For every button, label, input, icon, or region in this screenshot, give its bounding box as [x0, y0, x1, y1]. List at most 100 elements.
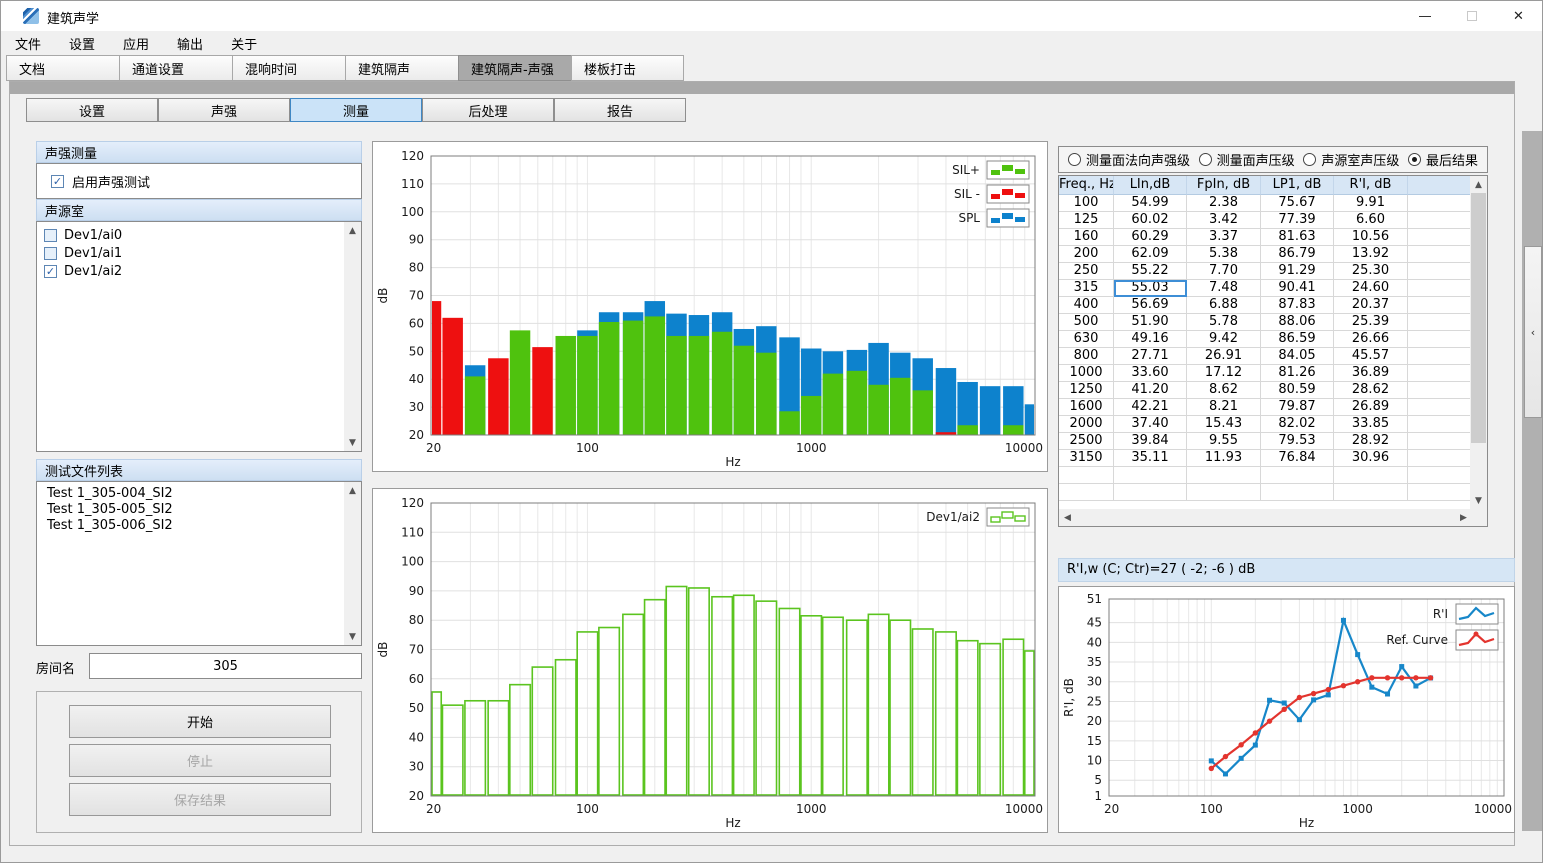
table-cell[interactable]: 41.20: [1114, 382, 1187, 399]
menu-item-2[interactable]: 应用: [111, 31, 161, 56]
table-cell[interactable]: 7.70: [1187, 263, 1261, 280]
table-cell[interactable]: [1408, 229, 1471, 246]
table-cell[interactable]: 82.02: [1261, 416, 1334, 433]
table-cell[interactable]: [1408, 348, 1471, 365]
table-cell[interactable]: 90.41: [1261, 280, 1334, 297]
table-cell[interactable]: [1408, 297, 1471, 314]
table-cell[interactable]: 79.87: [1261, 399, 1334, 416]
channel-list-scrollbar[interactable]: ▲ ▼: [344, 222, 361, 451]
table-cell[interactable]: 35.11: [1114, 450, 1187, 467]
minimize-button-icon[interactable]: [1401, 1, 1448, 31]
table-cell[interactable]: 30.96: [1334, 450, 1408, 467]
table-cell[interactable]: 27.71: [1114, 348, 1187, 365]
table-cell[interactable]: 80.59: [1261, 382, 1334, 399]
table-cell[interactable]: 33.85: [1334, 416, 1408, 433]
radio-option-0[interactable]: 测量面法向声强级: [1068, 150, 1190, 169]
table-cell[interactable]: 28.92: [1334, 433, 1408, 450]
table-cell[interactable]: 55.22: [1114, 263, 1187, 280]
table-cell[interactable]: 39.84: [1114, 433, 1187, 450]
sub-tab-1[interactable]: 声强: [158, 98, 290, 122]
table-cell[interactable]: 10.56: [1334, 229, 1408, 246]
collapse-panel-handle[interactable]: ‹: [1524, 246, 1542, 418]
table-cell[interactable]: 49.16: [1114, 331, 1187, 348]
table-cell[interactable]: [1408, 382, 1471, 399]
table-cell[interactable]: 84.05: [1261, 348, 1334, 365]
table-cell[interactable]: 160: [1059, 229, 1114, 246]
table-cell[interactable]: [1408, 467, 1471, 484]
menu-item-3[interactable]: 输出: [165, 31, 215, 56]
radio-option-3[interactable]: 最后结果: [1408, 150, 1478, 169]
table-cell[interactable]: [1408, 365, 1471, 382]
table-cell[interactable]: 76.84: [1261, 450, 1334, 467]
scroll-down-icon[interactable]: ▼: [344, 628, 361, 645]
table-cell[interactable]: [1408, 433, 1471, 450]
table-cell[interactable]: 25.39: [1334, 314, 1408, 331]
table-cell[interactable]: 800: [1059, 348, 1114, 365]
table-cell[interactable]: [1261, 484, 1334, 501]
table-cell[interactable]: 28.62: [1334, 382, 1408, 399]
table-cell[interactable]: [1408, 212, 1471, 229]
radio-icon[interactable]: [1199, 153, 1212, 166]
table-cell[interactable]: [1408, 416, 1471, 433]
table-cell[interactable]: [1114, 467, 1187, 484]
table-cell[interactable]: 5.38: [1187, 246, 1261, 263]
channel-item-2[interactable]: ✓Dev1/ai2: [37, 262, 344, 280]
maximize-button-icon[interactable]: [1448, 1, 1495, 31]
table-cell[interactable]: 1000: [1059, 365, 1114, 382]
table-cell[interactable]: 20.37: [1334, 297, 1408, 314]
table-cell[interactable]: [1261, 467, 1334, 484]
channel-item-0[interactable]: Dev1/ai0: [37, 226, 344, 244]
radio-icon[interactable]: [1068, 153, 1081, 166]
file-list-scrollbar[interactable]: ▲ ▼: [344, 482, 361, 645]
scroll-down-icon[interactable]: ▼: [344, 434, 361, 451]
table-cell[interactable]: [1059, 467, 1114, 484]
sub-tab-3[interactable]: 后处理: [422, 98, 554, 122]
radio-icon[interactable]: [1303, 153, 1316, 166]
table-cell[interactable]: 8.21: [1187, 399, 1261, 416]
table-cell[interactable]: [1334, 467, 1408, 484]
table-cell[interactable]: 45.57: [1334, 348, 1408, 365]
table-horizontal-scrollbar[interactable]: ◀ ▶: [1059, 509, 1472, 526]
table-cell[interactable]: [1408, 331, 1471, 348]
table-cell[interactable]: 42.21: [1114, 399, 1187, 416]
table-cell[interactable]: [1408, 450, 1471, 467]
sub-tab-2[interactable]: 测量: [290, 98, 422, 122]
table-cell[interactable]: 86.59: [1261, 331, 1334, 348]
sub-tab-0[interactable]: 设置: [26, 98, 158, 122]
table-cell[interactable]: 9.55: [1187, 433, 1261, 450]
table-cell[interactable]: [1408, 195, 1471, 212]
table-cell[interactable]: [1059, 484, 1114, 501]
table-cell[interactable]: 1600: [1059, 399, 1114, 416]
table-cell[interactable]: [1408, 399, 1471, 416]
table-cell[interactable]: 2.38: [1187, 195, 1261, 212]
channel-checkbox[interactable]: ✓: [44, 265, 57, 278]
table-cell[interactable]: 630: [1059, 331, 1114, 348]
scroll-up-icon[interactable]: ▲: [1470, 176, 1487, 193]
table-cell[interactable]: 56.69: [1114, 297, 1187, 314]
main-tab-5[interactable]: 楼板打击: [571, 55, 684, 81]
table-cell[interactable]: 3150: [1059, 450, 1114, 467]
table-cell[interactable]: 62.09: [1114, 246, 1187, 263]
table-cell[interactable]: 500: [1059, 314, 1114, 331]
table-cell[interactable]: 55.03: [1114, 280, 1187, 297]
table-cell[interactable]: 125: [1059, 212, 1114, 229]
table-cell[interactable]: 8.62: [1187, 382, 1261, 399]
main-tab-4[interactable]: 建筑隔声-声强: [458, 55, 571, 81]
table-cell[interactable]: 60.02: [1114, 212, 1187, 229]
table-cell[interactable]: 7.48: [1187, 280, 1261, 297]
room-name-input[interactable]: [89, 653, 362, 679]
table-cell[interactable]: 26.91: [1187, 348, 1261, 365]
table-cell[interactable]: 250: [1059, 263, 1114, 280]
table-cell[interactable]: 87.83: [1261, 297, 1334, 314]
table-cell[interactable]: 13.92: [1334, 246, 1408, 263]
table-cell[interactable]: 54.99: [1114, 195, 1187, 212]
table-cell[interactable]: 88.06: [1261, 314, 1334, 331]
scrollbar-thumb[interactable]: [1471, 193, 1486, 443]
table-cell[interactable]: 81.26: [1261, 365, 1334, 382]
radio-option-1[interactable]: 测量面声压级: [1199, 150, 1295, 169]
main-tab-2[interactable]: 混响时间: [232, 55, 345, 81]
file-list-item-1[interactable]: Test 1_305-005_SI2: [37, 502, 344, 518]
table-vertical-scrollbar[interactable]: ▲ ▼: [1470, 176, 1487, 509]
sub-tab-4[interactable]: 报告: [554, 98, 686, 122]
table-cell[interactable]: 79.53: [1261, 433, 1334, 450]
